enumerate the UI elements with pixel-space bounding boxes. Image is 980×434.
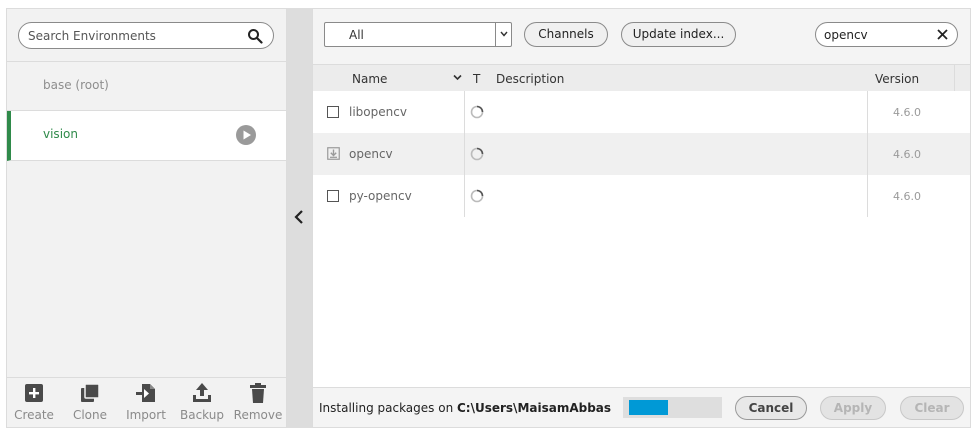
installed-checkbox-icon[interactable]: [327, 147, 340, 160]
environment-search-input[interactable]: [28, 28, 238, 44]
column-divider: [867, 91, 868, 217]
table-row[interactable]: py-opencv 4.6.0: [313, 175, 970, 217]
remove-label: Remove: [233, 408, 283, 422]
progress-fill: [629, 400, 668, 415]
cancel-button[interactable]: Cancel: [735, 396, 807, 420]
environment-item-vision[interactable]: vision: [7, 111, 286, 161]
status-bar: Installing packages on C:\Users\MaisamAb…: [313, 387, 970, 427]
column-header-description[interactable]: Description: [496, 72, 564, 86]
remove-button[interactable]: Remove: [232, 382, 284, 426]
column-divider: [464, 91, 465, 217]
loading-spinner-icon: [470, 147, 484, 161]
package-checkbox[interactable]: [327, 190, 339, 202]
column-header-type[interactable]: T: [473, 72, 480, 86]
header-scroll-gutter: [954, 65, 970, 92]
import-label: Import: [126, 408, 166, 422]
package-search-input[interactable]: [824, 27, 924, 43]
package-name: opencv: [349, 147, 393, 161]
import-icon: [136, 384, 155, 402]
import-button[interactable]: Import: [120, 382, 172, 426]
column-header-name[interactable]: Name: [352, 72, 387, 86]
package-name: py-opencv: [349, 189, 412, 203]
clear-button[interactable]: Clear: [900, 396, 964, 420]
status-prefix: Installing packages on: [319, 401, 457, 415]
close-icon[interactable]: [937, 29, 948, 40]
upload-icon: [193, 383, 211, 402]
search-icon[interactable]: [247, 28, 263, 44]
backup-label: Backup: [180, 408, 224, 422]
package-search-box[interactable]: [815, 22, 958, 47]
column-header-version[interactable]: Version: [875, 72, 919, 86]
environment-list: base (root) vision: [7, 61, 286, 161]
package-name: libopencv: [349, 105, 407, 119]
progress-bar: [623, 397, 722, 418]
package-version: 4.6.0: [893, 190, 921, 203]
status-path: C:\Users\MaisamAbbas\anac: [456, 401, 611, 415]
chevron-left-icon[interactable]: [294, 210, 304, 224]
environment-label: vision: [43, 127, 78, 141]
package-version: 4.6.0: [893, 148, 921, 161]
channels-button[interactable]: Channels: [524, 22, 608, 47]
create-label: Create: [14, 408, 54, 422]
chevron-down-icon: [500, 31, 508, 37]
package-filter-select[interactable]: All: [324, 22, 512, 47]
package-table-header: Name T Description Version: [313, 64, 970, 92]
loading-spinner-icon: [470, 105, 484, 119]
table-row[interactable]: libopencv 4.6.0: [313, 91, 970, 133]
clone-icon: [81, 383, 100, 402]
loading-spinner-icon: [470, 189, 484, 203]
environment-item-base[interactable]: base (root): [7, 61, 286, 111]
clone-label: Clone: [72, 408, 108, 422]
create-button[interactable]: Create: [8, 382, 60, 426]
apply-button[interactable]: Apply: [820, 396, 886, 420]
panel-splitter[interactable]: [287, 8, 312, 428]
play-icon[interactable]: [236, 125, 256, 145]
environments-panel: base (root) vision Create Clone: [6, 8, 287, 428]
clone-button[interactable]: Clone: [64, 382, 116, 426]
environment-label: base (root): [43, 78, 109, 92]
plus-icon: [25, 384, 43, 402]
package-version: 4.6.0: [893, 106, 921, 119]
update-index-button[interactable]: Update index...: [621, 22, 736, 47]
packages-panel: All Channels Update index... Name T Desc…: [312, 8, 971, 428]
sort-chevron-icon[interactable]: [453, 74, 462, 81]
filter-dropdown-toggle[interactable]: [495, 23, 511, 46]
environment-search-box[interactable]: [18, 22, 274, 49]
backup-button[interactable]: Backup: [176, 382, 228, 426]
package-checkbox[interactable]: [327, 106, 339, 118]
filter-selected-value: All: [349, 28, 364, 42]
package-table: libopencv 4.6.0 opencv 4.6.0 py-opencv 4…: [313, 91, 970, 387]
status-message: Installing packages on C:\Users\MaisamAb…: [319, 401, 611, 415]
table-row[interactable]: opencv 4.6.0: [313, 133, 970, 175]
environment-toolbar: Create Clone Import Backup Remove: [7, 377, 286, 427]
trash-icon: [250, 383, 266, 403]
